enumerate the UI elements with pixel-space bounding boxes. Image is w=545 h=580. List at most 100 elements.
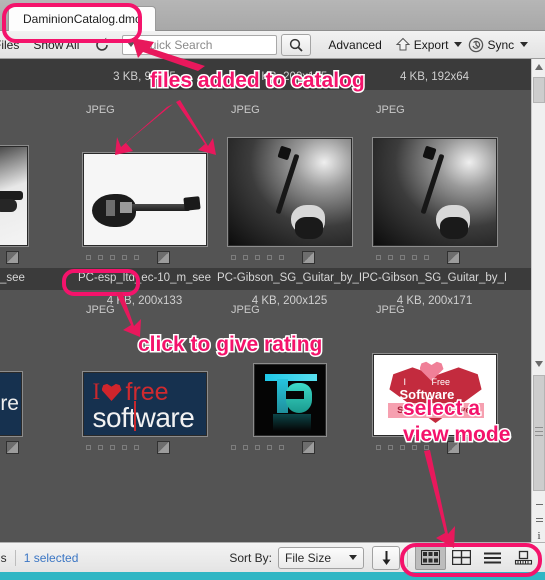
sort-direction-button[interactable] xyxy=(372,545,400,570)
sync-circle-icon xyxy=(469,37,484,52)
item-checkbox[interactable] xyxy=(302,250,315,264)
thumbnail-cell[interactable] xyxy=(217,137,362,247)
annotation-files-added: files added to catalog xyxy=(149,68,367,93)
controls-cell xyxy=(72,250,217,264)
info-icon[interactable]: i xyxy=(532,529,545,543)
controls-cell xyxy=(217,250,362,264)
thumbnail-cell[interactable]: I free software xyxy=(72,371,217,437)
scroll-down-button[interactable] xyxy=(532,356,545,372)
sync-caret-icon[interactable] xyxy=(520,42,529,47)
heart-logo-free: Free xyxy=(431,377,451,387)
rating-star[interactable] xyxy=(98,254,103,260)
sort-by-select[interactable]: File Size xyxy=(278,546,364,569)
row-mid-controls xyxy=(0,246,531,268)
thumbnail-image[interactable] xyxy=(252,363,327,437)
annotation-click-rating: click to give rating xyxy=(136,332,323,357)
chevron-down-icon[interactable] xyxy=(349,555,357,560)
rating-star[interactable] xyxy=(243,444,248,450)
rating-star[interactable] xyxy=(376,254,381,260)
arrow-files-added-right xyxy=(176,100,216,155)
rating-star[interactable] xyxy=(134,254,139,260)
rating-star[interactable] xyxy=(134,444,139,450)
format-cell: JPEG xyxy=(376,304,405,316)
daminion-window: DaminionCatalog.dmc Files Show All Quick… xyxy=(0,0,545,580)
scroll-minus-icon[interactable] xyxy=(532,497,545,511)
vertical-scrollbar[interactable]: i xyxy=(531,59,545,542)
thumbnail-image[interactable] xyxy=(371,137,498,247)
sync-button[interactable]: Sync xyxy=(468,37,534,53)
rating-star[interactable] xyxy=(376,444,381,450)
rating-stars[interactable] xyxy=(376,254,429,260)
sync-label: Sync xyxy=(487,37,515,52)
scroll-up-button[interactable] xyxy=(532,59,545,75)
rating-stars[interactable] xyxy=(86,254,139,260)
highlight-view-modes xyxy=(400,543,542,577)
rating-star[interactable] xyxy=(279,444,284,450)
thumbnail-cell[interactable] xyxy=(217,363,362,437)
thumbnail-image[interactable]: re xyxy=(0,371,23,437)
rating-star[interactable] xyxy=(424,254,429,260)
annotation-select-view-2: view mode xyxy=(401,422,511,447)
highlight-tab xyxy=(2,3,142,43)
rating-star[interactable] xyxy=(122,444,127,450)
rating-star[interactable] xyxy=(388,444,393,450)
arrow-to-tab xyxy=(132,38,205,71)
annotation-select-view-1: select a xyxy=(401,396,481,421)
rating-stars[interactable] xyxy=(231,254,284,260)
rating-stars[interactable] xyxy=(231,444,284,450)
controls-cell xyxy=(72,440,217,454)
rating-star[interactable] xyxy=(231,254,236,260)
format-cell: JPEG xyxy=(376,104,405,116)
item-checkbox[interactable] xyxy=(447,250,460,264)
sort-by-label: Sort By: xyxy=(229,550,272,565)
down-arrow-icon xyxy=(382,550,390,565)
thumbnail-cell[interactable] xyxy=(362,137,507,247)
rating-star[interactable] xyxy=(86,254,91,260)
rating-star[interactable] xyxy=(243,254,248,260)
rating-stars[interactable] xyxy=(86,444,139,450)
heart-logo-i: I xyxy=(403,377,407,387)
row-mid-format: JPEG JPEG JPEG xyxy=(0,90,531,118)
item-checkbox[interactable] xyxy=(6,250,19,264)
rating-star[interactable] xyxy=(388,254,393,260)
file-name: PC-Gibson_SG_Guitar_by_I xyxy=(217,272,362,284)
rating-star[interactable] xyxy=(255,254,260,260)
export-caret-icon[interactable] xyxy=(454,42,463,47)
rating-star[interactable] xyxy=(400,254,405,260)
rating-star[interactable] xyxy=(231,444,236,450)
thumbnail-cell[interactable] xyxy=(0,145,72,247)
thumbnail-cell[interactable] xyxy=(72,152,217,247)
rating-star[interactable] xyxy=(412,254,417,260)
thumbnail-image[interactable]: I free software xyxy=(81,371,208,437)
item-checkbox[interactable] xyxy=(302,440,315,454)
thumbnail-cell[interactable]: re xyxy=(0,371,72,437)
magnifier-icon xyxy=(290,38,304,52)
rating-star[interactable] xyxy=(110,254,115,260)
item-checkbox[interactable] xyxy=(157,440,170,454)
item-checkbox[interactable] xyxy=(157,250,170,264)
thumbnail-image[interactable] xyxy=(226,137,353,247)
thumbnail-image[interactable] xyxy=(0,145,29,247)
controls-cell xyxy=(0,250,72,264)
rating-star[interactable] xyxy=(255,444,260,450)
search-button[interactable] xyxy=(281,33,312,56)
rating-star[interactable] xyxy=(267,254,272,260)
scroll-equals-icon[interactable] xyxy=(532,513,545,527)
rating-star[interactable] xyxy=(267,444,272,450)
rating-star[interactable] xyxy=(279,254,284,260)
controls-cell xyxy=(0,440,72,454)
thumbnail-image[interactable] xyxy=(81,152,208,247)
advanced-button[interactable]: Advanced xyxy=(321,38,388,52)
controls-cell xyxy=(362,250,507,264)
rating-star[interactable] xyxy=(110,444,115,450)
item-checkbox[interactable] xyxy=(6,440,19,454)
scrollbar-thumb[interactable] xyxy=(533,77,545,103)
arrow-select-view xyxy=(424,450,455,548)
rating-star[interactable] xyxy=(122,254,127,260)
controls-cell xyxy=(217,440,362,454)
export-button[interactable]: Export xyxy=(395,37,469,52)
scrollbar-thumb-lower[interactable] xyxy=(533,375,545,491)
rating-star[interactable] xyxy=(98,444,103,450)
rating-star[interactable] xyxy=(86,444,91,450)
status-left: ns 1 selected xyxy=(0,549,78,566)
